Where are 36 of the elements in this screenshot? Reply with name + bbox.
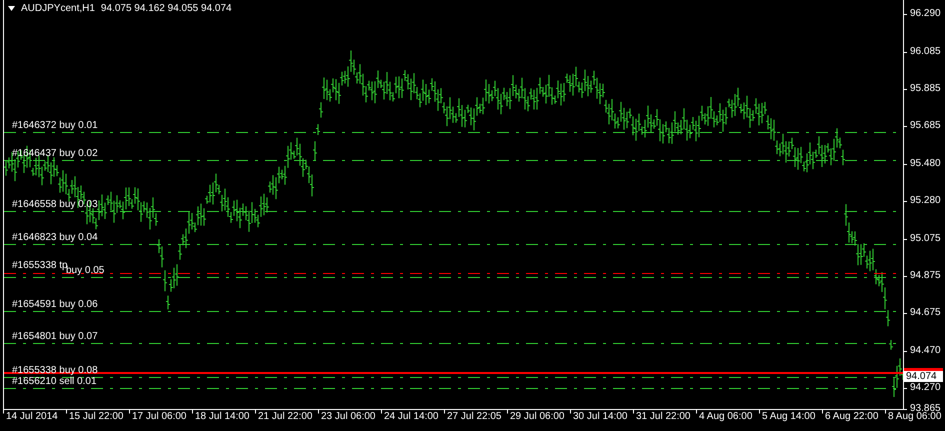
time-tick-label: 17 Jul 06:00 [129, 410, 192, 428]
price-tick-label: 95.480 [910, 158, 941, 170]
symbol-timeframe: AUDJPYcent,H1 [21, 3, 95, 14]
price-tick-label: 94.675 [910, 307, 941, 319]
price-tick-label: 95.075 [910, 233, 941, 245]
time-tick-label: 29 Jul 06:00 [507, 410, 570, 428]
time-tick-label: 23 Jul 06:00 [318, 410, 381, 428]
price-tick-label: 95.685 [910, 120, 941, 132]
price-tick-label: 94.875 [910, 270, 941, 282]
ohlc-quote: 94.075 94.162 94.055 94.074 [100, 3, 232, 14]
time-tick-label: 5 Aug 14:00 [759, 410, 822, 428]
time-tick-label: 30 Jul 14:00 [570, 410, 633, 428]
dropdown-triangle-icon[interactable] [8, 6, 15, 11]
price-tick-label: 94.470 [910, 345, 941, 357]
order-label: #1654801 buy 0.07 [12, 331, 98, 343]
time-tick-label: 6 Aug 22:00 [822, 410, 885, 428]
time-tick-label: 15 Jul 22:00 [66, 410, 129, 428]
price-tick-label: 95.885 [910, 83, 941, 95]
order-label: #1646823 buy 0.04 [12, 232, 98, 244]
take-profit-label: #1655338 tp [12, 260, 68, 271]
current-price-label: 94.074 [904, 368, 943, 382]
price-tick-label: 96.085 [910, 46, 941, 58]
order-label: #1656210 sell 0.01 [12, 376, 97, 388]
time-tick-label: 21 Jul 22:00 [255, 410, 318, 428]
time-tick-label: 24 Jul 14:00 [381, 410, 444, 428]
order-label: #1646372 buy 0.01 [12, 120, 98, 132]
time-tick-label: 18 Jul 14:00 [192, 410, 255, 428]
price-tick-label: 95.280 [910, 195, 941, 207]
time-tick-label: 14 Jul 2014 [3, 410, 66, 428]
time-tick-label: 27 Jul 22:05 [444, 410, 507, 428]
time-tick-label: 4 Aug 06:00 [696, 410, 759, 428]
price-tick-label: 94.270 [910, 382, 941, 394]
time-tick-label: 8 Aug 06:00 [885, 410, 942, 428]
order-label: #1654591 buy 0.06 [12, 299, 98, 311]
time-tick-label: 31 Jul 22:00 [633, 410, 696, 428]
price-tick-label: 96.290 [910, 8, 941, 20]
